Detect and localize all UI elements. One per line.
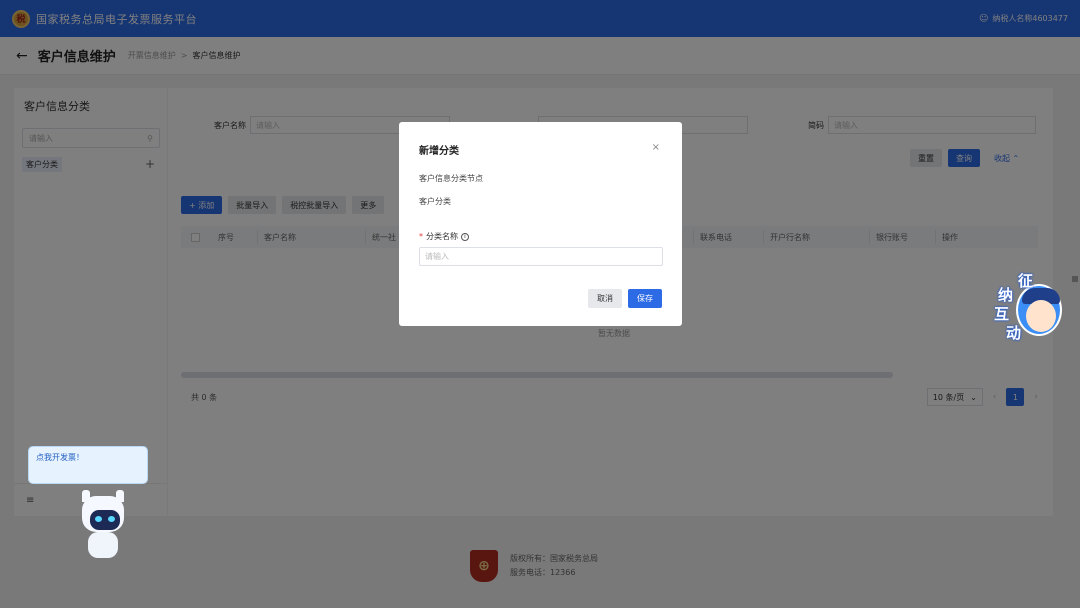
assistant-bubble[interactable]: 点我开发票！ <box>28 446 148 484</box>
category-name-input[interactable]: 请输入 <box>419 247 663 266</box>
info-icon[interactable]: i <box>461 232 469 241</box>
robot-head <box>82 496 124 532</box>
dialog-title: 新增分类 <box>419 146 459 157</box>
robot-eye-left <box>95 516 102 522</box>
add-category-dialog: 新增分类 × 客户信息分类节点 客户分类 * 分类名称 i 请输入 取消 保存 <box>399 122 682 326</box>
category-name-label-text: 分类名称 <box>426 232 458 241</box>
mascot-char-4: 动 <box>1006 324 1022 342</box>
cancel-button[interactable]: 取消 <box>588 289 622 308</box>
robot-eye-right <box>108 516 115 522</box>
category-name-placeholder: 请输入 <box>425 252 449 261</box>
close-icon[interactable]: × <box>652 142 660 153</box>
tax-interaction-mascot-icon[interactable]: 征 纳 互 动 <box>992 272 1070 344</box>
robot-assistant-icon[interactable] <box>80 490 128 562</box>
dialog-node-value: 客户分类 <box>419 197 451 206</box>
category-name-label: * 分类名称 i <box>419 231 662 242</box>
robot-body <box>88 532 118 558</box>
robot-face <box>90 510 120 530</box>
page-scrollbar[interactable] <box>1072 276 1078 282</box>
assistant-bubble-text: 点我开发票！ <box>36 453 84 462</box>
mascot-char-3: 互 <box>994 305 1010 323</box>
dialog-actions: 取消 保存 <box>588 289 662 308</box>
save-button[interactable]: 保存 <box>628 289 662 308</box>
mascot-skin <box>1026 300 1056 332</box>
mascot-char-2: 纳 <box>998 286 1014 304</box>
required-asterisk: * <box>419 232 423 241</box>
dialog-section-label: 客户信息分类节点 <box>419 174 483 183</box>
mascot-char-1: 征 <box>1018 272 1034 290</box>
mascot-face <box>1016 284 1062 336</box>
